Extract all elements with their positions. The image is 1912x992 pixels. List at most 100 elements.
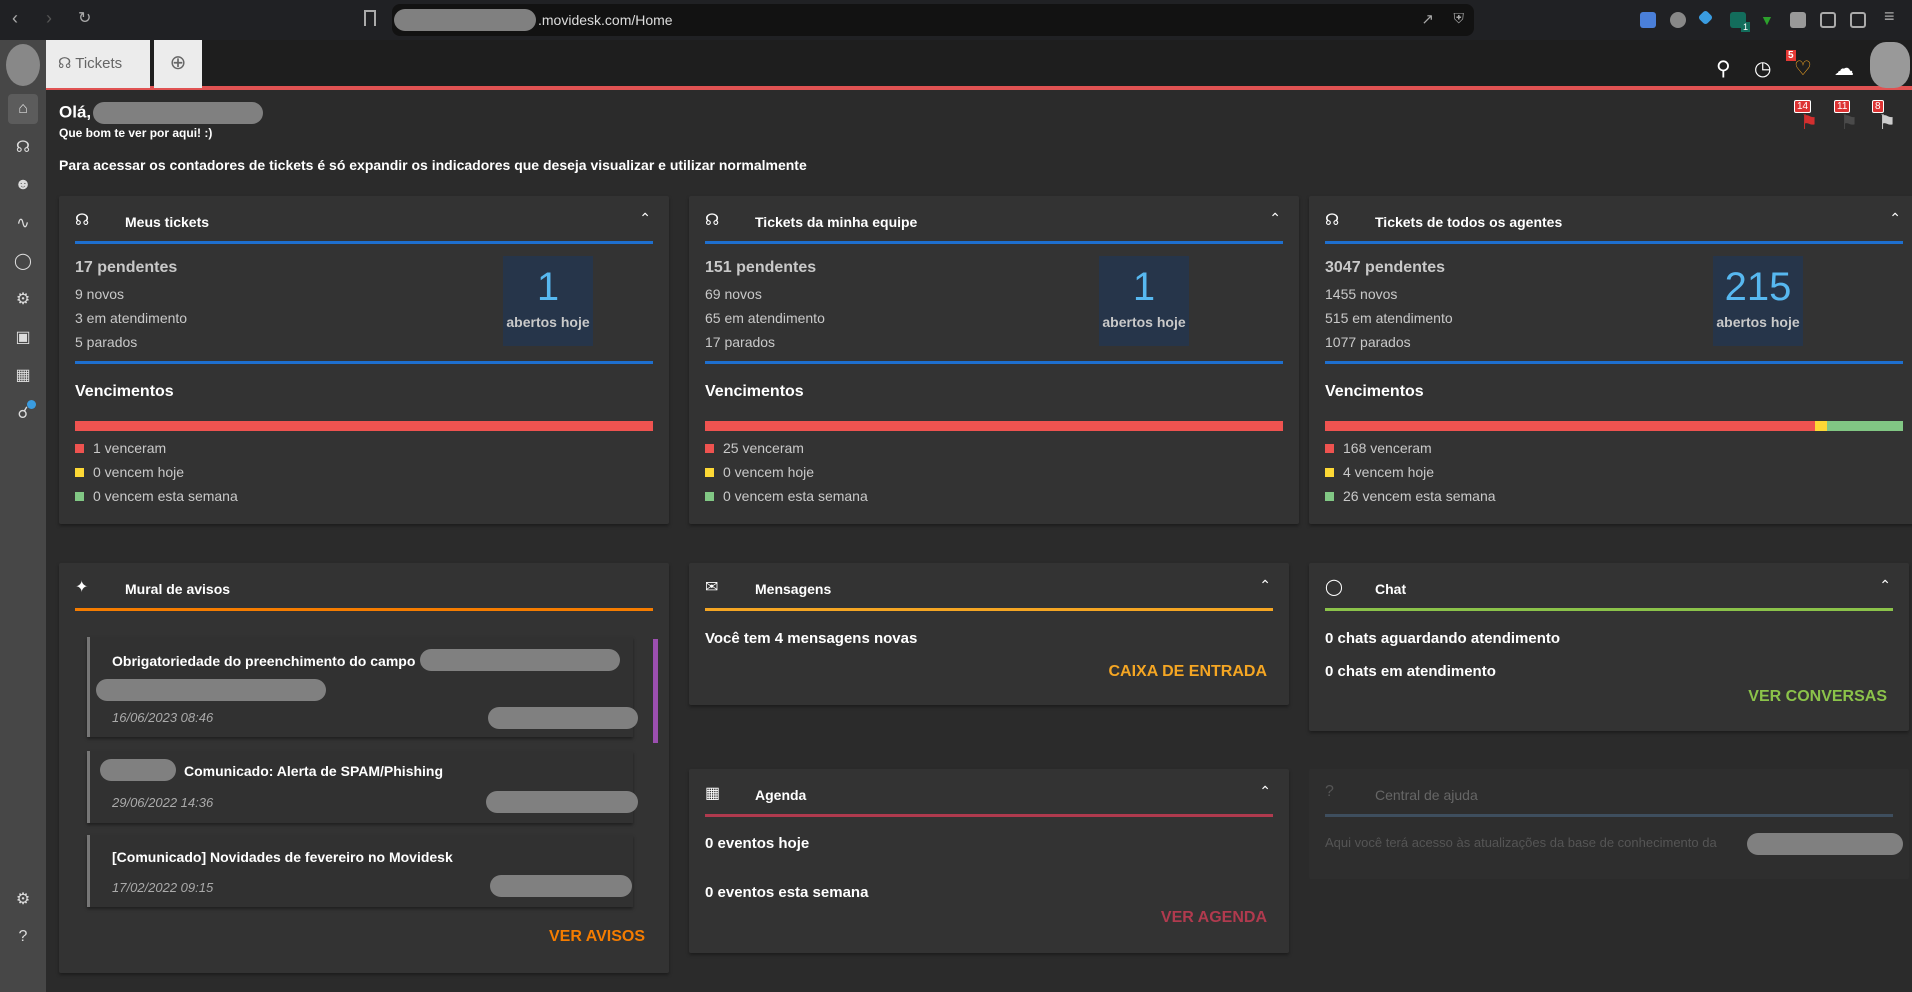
- bell-icon[interactable]: ♡ 5: [1786, 50, 1812, 81]
- new-count[interactable]: 69 novos: [705, 282, 825, 306]
- trophy-icon[interactable]: ☌: [8, 398, 38, 428]
- legend-due-week[interactable]: 0 vencem esta semana: [75, 484, 238, 508]
- chevron-up-icon[interactable]: ⌃: [1889, 210, 1901, 227]
- in-progress-count[interactable]: 515 em atendimento: [1325, 306, 1453, 330]
- translate-extension-icon[interactable]: [1640, 12, 1656, 28]
- card-title: Meus tickets: [125, 214, 210, 230]
- card-title: Tickets da minha equipe: [755, 214, 918, 230]
- card-header[interactable]: ☊ Meus tickets ⌃: [75, 196, 653, 244]
- legend-overdue[interactable]: 1 venceram: [75, 436, 238, 460]
- sidebar: ⌂ ☊ ☻ ∿ ◯ ⚙ ▣ ▦ ☌ ⚙ ?: [0, 40, 46, 992]
- search-icon[interactable]: ⚲: [1716, 56, 1731, 81]
- url-text: .movidesk.com/Home: [538, 12, 673, 28]
- chevron-up-icon[interactable]: ⌃: [1879, 577, 1891, 594]
- sidebar-toggle-icon[interactable]: [1850, 12, 1866, 28]
- chevron-up-icon[interactable]: ⌃: [639, 210, 651, 227]
- bookmark-icon[interactable]: [364, 10, 376, 26]
- in-progress-count[interactable]: 65 em atendimento: [705, 306, 825, 330]
- help-center-text: Aqui você terá acesso às atualizações da…: [1325, 835, 1717, 850]
- add-tab-button[interactable]: ⊕: [154, 40, 202, 88]
- camera-extension-icon[interactable]: [1790, 12, 1806, 28]
- chevron-up-icon[interactable]: ⌃: [1259, 783, 1271, 800]
- legend-due-today[interactable]: 0 vencem hoje: [705, 460, 868, 484]
- chat-icon[interactable]: ◯: [8, 246, 38, 276]
- back-icon[interactable]: ‹: [12, 8, 18, 29]
- inbox-icon[interactable]: ▣: [8, 322, 38, 352]
- chevron-up-icon[interactable]: ⌃: [1259, 577, 1271, 594]
- scrollbar[interactable]: [653, 639, 658, 743]
- redacted-subdomain: [394, 9, 536, 31]
- address-bar[interactable]: .movidesk.com/Home ↗ ⛨: [392, 4, 1474, 36]
- extension-icon[interactable]: 1: [1730, 12, 1750, 32]
- card-header[interactable]: ✉ Mensagens ⌃: [705, 563, 1273, 611]
- new-count[interactable]: 1455 novos: [1325, 282, 1453, 306]
- gem-extension-icon[interactable]: [1697, 9, 1714, 26]
- app-header: ☊ Tickets ⊕: [46, 40, 1912, 90]
- card-header[interactable]: ☊ Tickets de todos os agentes ⌃: [1325, 196, 1903, 244]
- new-count[interactable]: 9 novos: [75, 282, 187, 306]
- extensions-icon[interactable]: [1820, 12, 1836, 28]
- brave-shield-icon[interactable]: ⛨: [1454, 10, 1465, 27]
- home-icon[interactable]: ⌂: [8, 94, 38, 124]
- notice-date: 17/02/2022 09:15: [112, 880, 214, 895]
- card-header[interactable]: ◯ Chat ⌃: [1325, 563, 1893, 611]
- calendar-icon: ▦: [705, 785, 721, 802]
- stopped-count[interactable]: 17 parados: [705, 330, 825, 354]
- card-header: ✦ Mural de avisos: [75, 563, 653, 611]
- robot-icon[interactable]: ⚙: [8, 284, 38, 314]
- chat-bubbles-icon[interactable]: ☁: [1834, 56, 1854, 81]
- due-bar: [705, 421, 1283, 431]
- legend-due-week[interactable]: 26 vencem esta semana: [1325, 484, 1496, 508]
- pending-count[interactable]: 3047 pendentes: [1325, 256, 1453, 280]
- legend-overdue[interactable]: 25 venceram: [705, 436, 868, 460]
- stopped-count[interactable]: 5 parados: [75, 330, 187, 354]
- mural-card: ✦ Mural de avisos Obrigatoriedade do pree…: [59, 563, 669, 973]
- pending-count[interactable]: 151 pendentes: [705, 256, 825, 280]
- inbox-link[interactable]: CAIXA DE ENTRADA: [1108, 663, 1267, 681]
- history-clock-icon[interactable]: ◷: [1754, 56, 1771, 81]
- reload-icon[interactable]: ↻: [78, 8, 91, 28]
- notice-item[interactable]: Comunicado: Alerta de SPAM/Phishing 29/06…: [87, 751, 638, 823]
- redacted-user-avatar[interactable]: [1870, 42, 1910, 88]
- notice-item[interactable]: Obrigatoriedade do preenchimento do camp…: [87, 637, 638, 737]
- card-header[interactable]: ▦ Agenda ⌃: [705, 769, 1273, 817]
- help-icon[interactable]: ?: [8, 922, 38, 952]
- calendar-icon[interactable]: ▦: [8, 360, 38, 390]
- chart-line-icon[interactable]: ∿: [8, 208, 38, 238]
- opened-today-count: 215: [1724, 265, 1792, 309]
- forward-icon[interactable]: ›: [46, 8, 52, 29]
- pending-count[interactable]: 17 pendentes: [75, 256, 187, 280]
- users-icon[interactable]: ☻: [8, 170, 38, 200]
- opened-today-box[interactable]: 1 abertos hoje: [1099, 256, 1189, 346]
- tab-tickets[interactable]: ☊ Tickets: [46, 40, 150, 88]
- opened-today-label: abertos hoje: [506, 314, 590, 330]
- share-icon[interactable]: ↗: [1421, 10, 1434, 28]
- card-header: ? Central de ajuda: [1325, 769, 1893, 817]
- divider: [1325, 361, 1903, 364]
- legend-due-week[interactable]: 0 vencem esta semana: [705, 484, 868, 508]
- card-title: Chat: [1375, 581, 1407, 597]
- legend-due-today[interactable]: 0 vencem hoje: [75, 460, 238, 484]
- see-notices-link[interactable]: VER AVISOS: [549, 928, 645, 946]
- chats-in-progress: 0 chats em atendimento: [1325, 663, 1496, 680]
- stopped-count[interactable]: 1077 parados: [1325, 330, 1453, 354]
- wifi-extension-icon[interactable]: ▼: [1760, 12, 1776, 28]
- menu-icon[interactable]: ≡: [1884, 6, 1895, 27]
- opened-today-box[interactable]: 1 abertos hoje: [503, 256, 593, 346]
- chevron-up-icon[interactable]: ⌃: [1269, 210, 1281, 227]
- see-agenda-link[interactable]: VER AGENDA: [1161, 909, 1267, 927]
- opened-today-box[interactable]: 215 abertos hoje: [1713, 256, 1803, 346]
- legend-due-today[interactable]: 4 vencem hoje: [1325, 460, 1496, 484]
- in-progress-count[interactable]: 3 em atendimento: [75, 306, 187, 330]
- headset-icon: ☊: [58, 55, 72, 72]
- cleaner-extension-icon[interactable]: [1670, 12, 1686, 28]
- gear-icon[interactable]: ⚙: [8, 884, 38, 914]
- headset-icon[interactable]: ☊: [8, 132, 38, 162]
- see-conversations-link[interactable]: VER CONVERSAS: [1748, 688, 1887, 706]
- card-header[interactable]: ☊ Tickets da minha equipe ⌃: [705, 196, 1283, 244]
- opened-today-count: 1: [1132, 265, 1156, 309]
- user-avatar[interactable]: [6, 44, 40, 86]
- notice-item[interactable]: [Comunicado] Novidades de fevereiro no M…: [87, 835, 633, 907]
- notice-title: Obrigatoriedade do preenchimento do camp…: [112, 653, 416, 669]
- legend-overdue[interactable]: 168 venceram: [1325, 436, 1496, 460]
